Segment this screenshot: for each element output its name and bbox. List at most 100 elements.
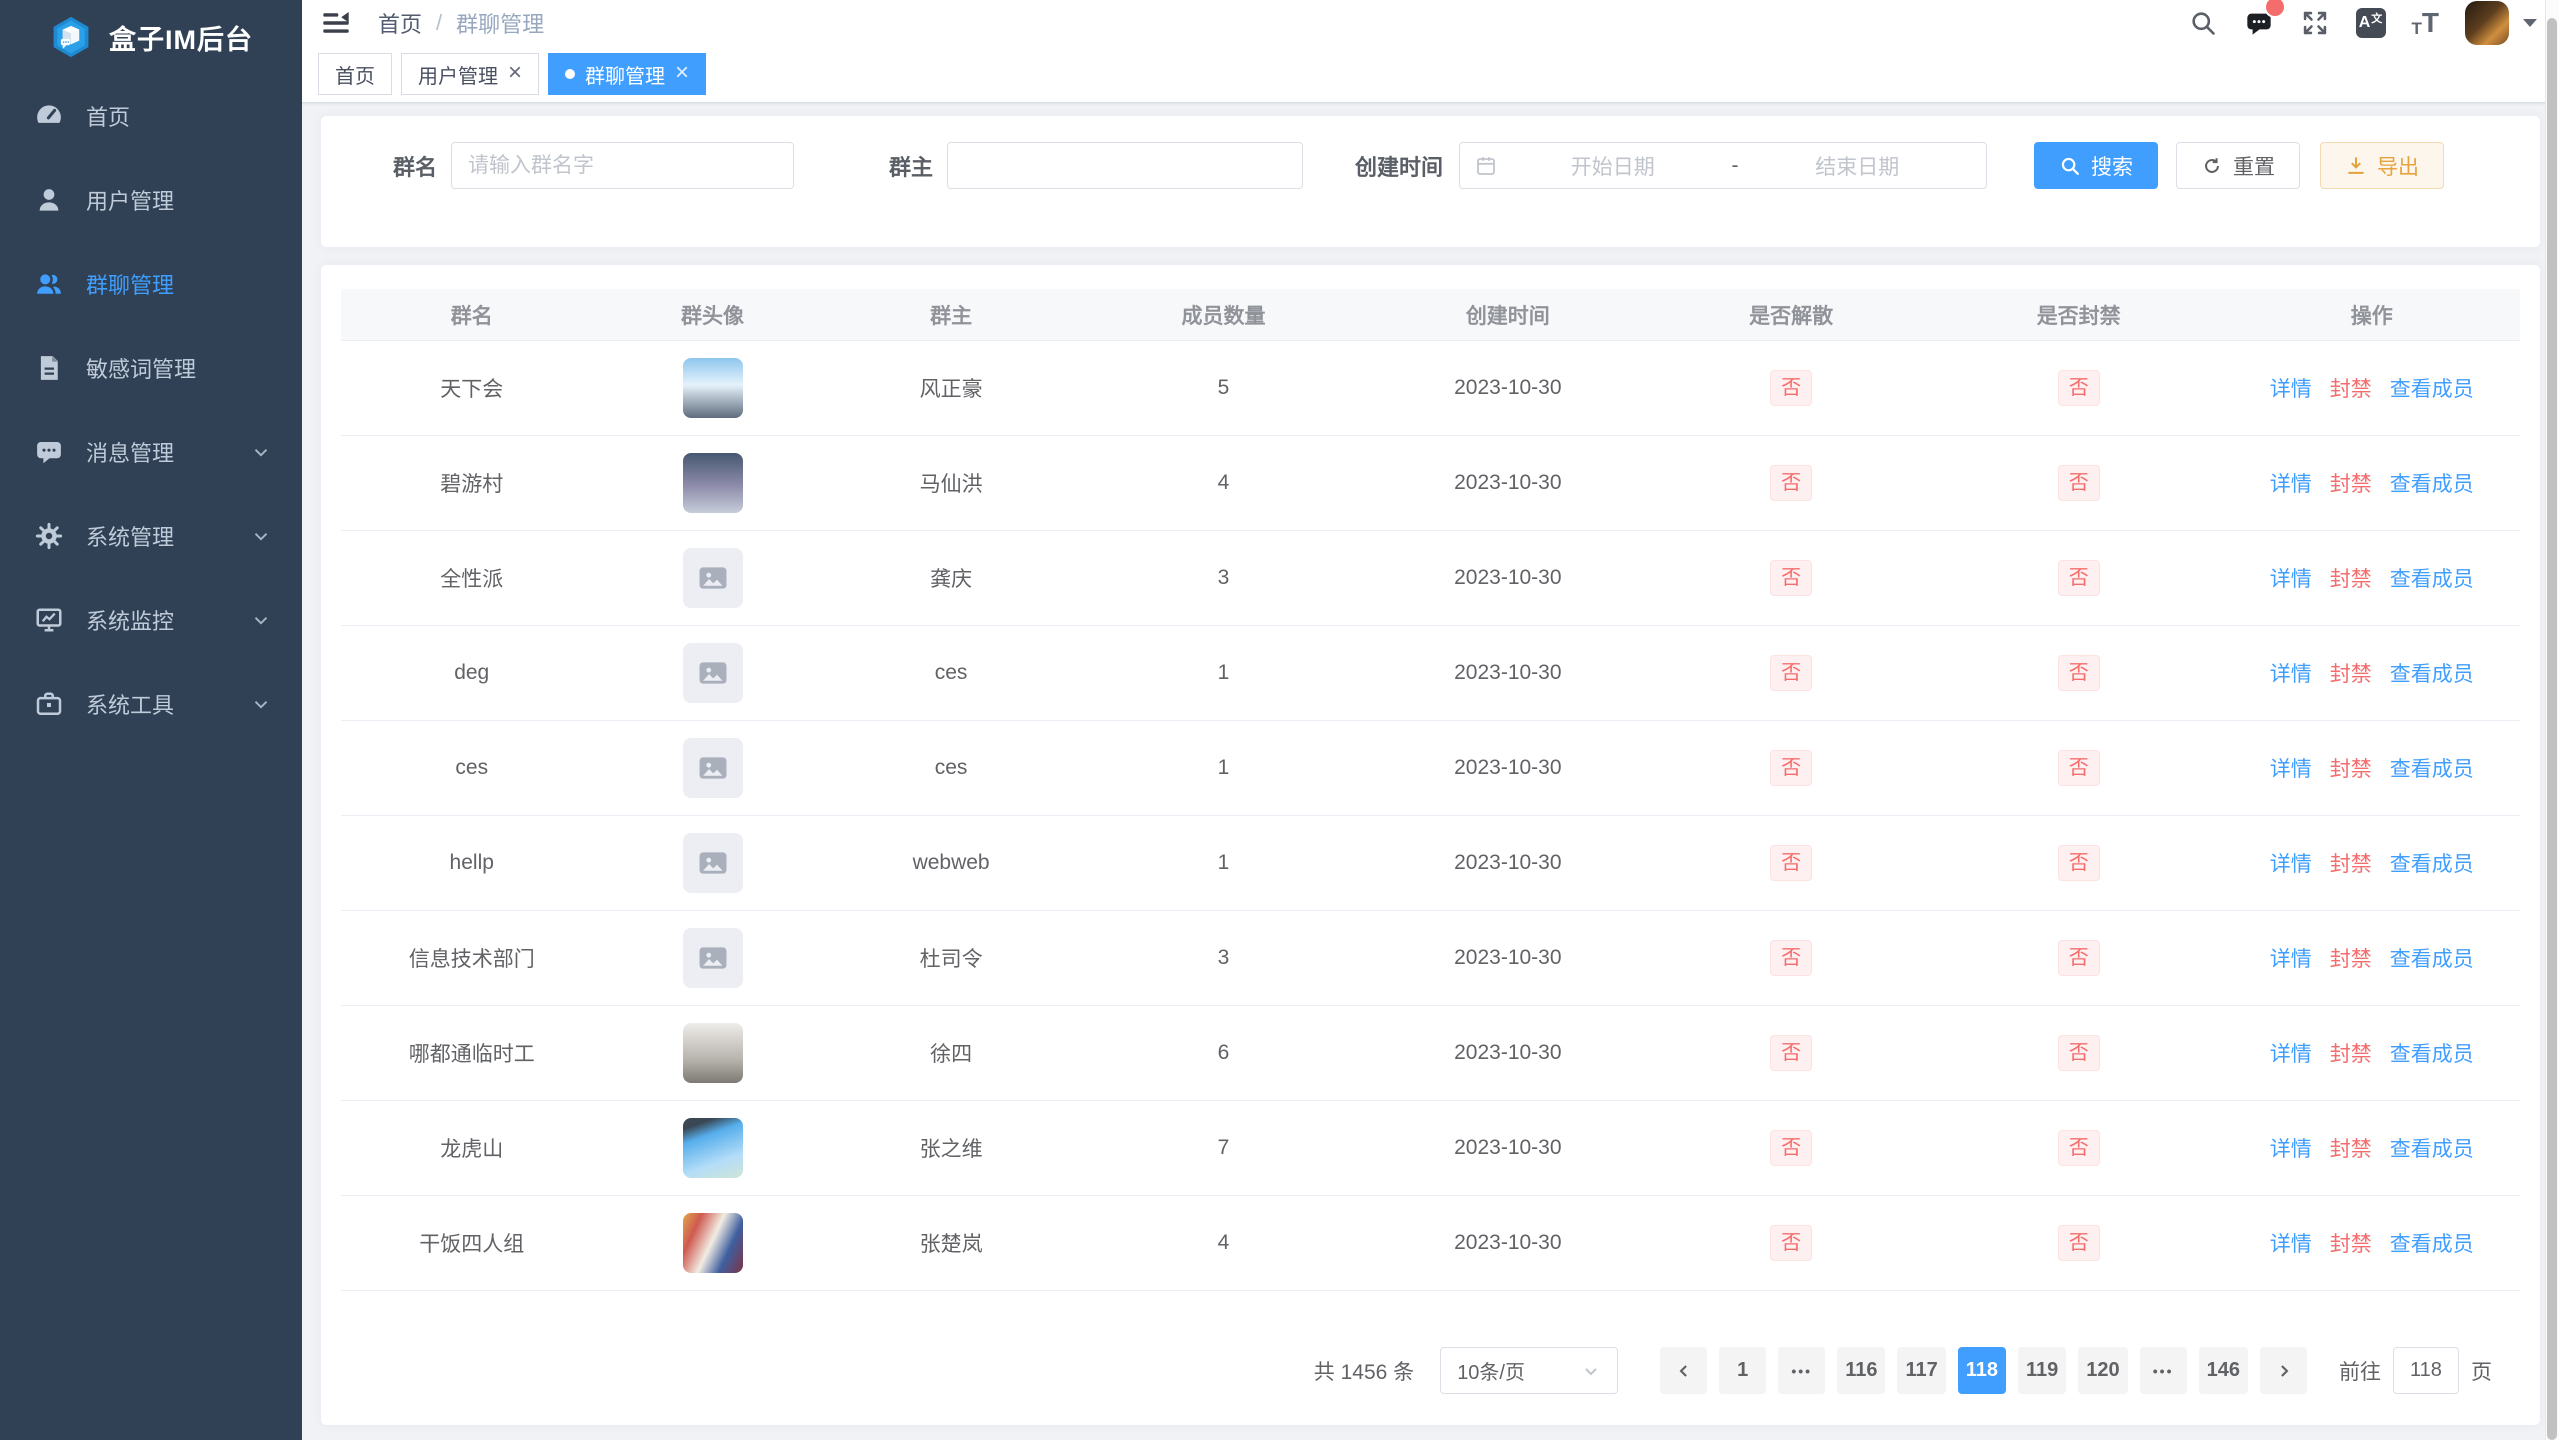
sidebar-item-sensitive-words[interactable]: 敏感词管理	[0, 326, 302, 410]
view-members-link[interactable]: 查看成员	[2390, 1038, 2474, 1068]
goto-page-input[interactable]	[2393, 1347, 2459, 1394]
detail-link[interactable]: 详情	[2270, 1228, 2312, 1258]
view-members-link[interactable]: 查看成员	[2390, 373, 2474, 403]
export-button[interactable]: 导出	[2320, 142, 2444, 189]
group-owner-cell: 马仙洪	[823, 468, 1080, 498]
created-time-cell: 2023-10-30	[1367, 1136, 1648, 1160]
sidebar-item-label: 系统监控	[86, 604, 174, 636]
tab-home[interactable]: 首页	[318, 53, 392, 95]
ban-link[interactable]: 封禁	[2330, 753, 2372, 783]
page-button-1[interactable]: 1	[1719, 1347, 1766, 1394]
view-members-link[interactable]: 查看成员	[2390, 468, 2474, 498]
next-page-button[interactable]	[2260, 1347, 2307, 1394]
font-size-icon[interactable]: TT	[2412, 9, 2440, 37]
view-members-link[interactable]: 查看成员	[2390, 848, 2474, 878]
page-button-146[interactable]: 146	[2199, 1347, 2248, 1394]
group-owner-cell: 风正豪	[823, 373, 1080, 403]
group-table-panel: 群名 群头像 群主 成员数量 创建时间 是否解散 是否封禁 操作 天下会	[320, 264, 2541, 1426]
translate-icon[interactable]: A文	[2356, 8, 2386, 38]
dissolved-tag: 否	[1770, 560, 1812, 596]
date-range-picker[interactable]: 开始日期 - 结束日期	[1459, 142, 1987, 189]
ban-link[interactable]: 封禁	[2330, 1133, 2372, 1163]
view-members-link[interactable]: 查看成员	[2390, 563, 2474, 593]
breadcrumb-home[interactable]: 首页	[378, 7, 422, 39]
start-date-placeholder[interactable]: 开始日期	[1498, 151, 1728, 181]
sidebar-item-system-monitor[interactable]: 系统监控	[0, 578, 302, 662]
page-button-116[interactable]: 116	[1837, 1347, 1885, 1394]
page-button-117[interactable]: 117	[1897, 1347, 1945, 1394]
group-avatar-cell	[602, 1118, 822, 1178]
group-avatar-cell	[602, 1213, 822, 1273]
pager-ellipsis[interactable]: •••	[2140, 1347, 2187, 1394]
created-time-label: 创建时间	[1355, 150, 1443, 182]
search-icon[interactable]	[2188, 8, 2218, 38]
ban-link[interactable]: 封禁	[2330, 943, 2372, 973]
tags-view-bar: 首页 用户管理 × 群聊管理 ×	[302, 46, 2559, 103]
detail-link[interactable]: 详情	[2270, 1038, 2312, 1068]
group-owner-cell: 张楚岚	[823, 1228, 1080, 1258]
close-icon[interactable]: ×	[508, 61, 522, 85]
group-name-cell: 干饭四人组	[341, 1228, 602, 1258]
sidebar-item-groups[interactable]: 群聊管理	[0, 242, 302, 326]
page-scrollbar	[2545, 0, 2559, 1440]
view-members-link[interactable]: 查看成员	[2390, 1133, 2474, 1163]
page-size-select[interactable]: 10条/页	[1440, 1347, 1618, 1394]
detail-link[interactable]: 详情	[2270, 658, 2312, 688]
column-header: 群头像	[602, 300, 822, 330]
user-avatar[interactable]	[2465, 1, 2509, 45]
close-icon[interactable]: ×	[675, 61, 689, 85]
sidebar-item-home[interactable]: 首页	[0, 74, 302, 158]
dissolved-cell: 否	[1648, 845, 1933, 881]
sidebar-item-label: 用户管理	[86, 184, 174, 216]
dissolved-tag: 否	[1770, 655, 1812, 691]
scrollbar-thumb[interactable]	[2547, 18, 2557, 1440]
group-name-input[interactable]	[451, 142, 794, 189]
chevron-down-icon	[250, 609, 272, 631]
dissolved-tag: 否	[1770, 750, 1812, 786]
end-date-placeholder[interactable]: 结束日期	[1743, 151, 1973, 181]
pager-ellipsis[interactable]: •••	[1778, 1347, 1825, 1394]
detail-link[interactable]: 详情	[2270, 848, 2312, 878]
table-body: 天下会	[341, 341, 2520, 1291]
tab-group-management[interactable]: 群聊管理 ×	[548, 53, 706, 95]
sidebar-toggle-icon[interactable]	[320, 7, 352, 39]
page-button-119[interactable]: 119	[2018, 1347, 2066, 1394]
group-owner-cell: 杜司令	[823, 943, 1080, 973]
view-members-link[interactable]: 查看成员	[2390, 1228, 2474, 1258]
detail-link[interactable]: 详情	[2270, 468, 2312, 498]
ban-link[interactable]: 封禁	[2330, 563, 2372, 593]
tab-user-management[interactable]: 用户管理 ×	[401, 53, 539, 95]
ban-link[interactable]: 封禁	[2330, 848, 2372, 878]
ban-link[interactable]: 封禁	[2330, 1038, 2372, 1068]
fullscreen-icon[interactable]	[2300, 8, 2330, 38]
group-owner-input[interactable]	[947, 142, 1303, 189]
sidebar-item-system-settings[interactable]: 系统管理	[0, 494, 302, 578]
sidebar-item-users[interactable]: 用户管理	[0, 158, 302, 242]
view-members-link[interactable]: 查看成员	[2390, 753, 2474, 783]
main-area: 首页 / 群聊管理	[302, 0, 2559, 1440]
detail-link[interactable]: 详情	[2270, 1133, 2312, 1163]
detail-link[interactable]: 详情	[2270, 563, 2312, 593]
reset-button[interactable]: 重置	[2176, 142, 2300, 189]
ban-link[interactable]: 封禁	[2330, 373, 2372, 403]
detail-link[interactable]: 详情	[2270, 753, 2312, 783]
calendar-icon	[1474, 154, 1498, 178]
view-members-link[interactable]: 查看成员	[2390, 658, 2474, 688]
page-button-120[interactable]: 120	[2078, 1347, 2127, 1394]
view-members-link[interactable]: 查看成员	[2390, 943, 2474, 973]
sidebar-item-messages[interactable]: 消息管理	[0, 410, 302, 494]
column-header: 创建时间	[1367, 300, 1648, 330]
sidebar-item-label: 敏感词管理	[86, 352, 196, 384]
page-button-118-active[interactable]: 118	[1958, 1347, 2006, 1394]
detail-link[interactable]: 详情	[2270, 943, 2312, 973]
ban-link[interactable]: 封禁	[2330, 1228, 2372, 1258]
prev-page-button[interactable]	[1660, 1347, 1707, 1394]
group-name-cell: 天下会	[341, 373, 602, 403]
detail-link[interactable]: 详情	[2270, 373, 2312, 403]
search-button[interactable]: 搜索	[2034, 142, 2158, 189]
user-menu[interactable]	[2465, 1, 2537, 45]
ban-link[interactable]: 封禁	[2330, 468, 2372, 498]
notifications-message-icon[interactable]	[2244, 8, 2274, 38]
ban-link[interactable]: 封禁	[2330, 658, 2372, 688]
sidebar-item-system-tools[interactable]: 系统工具	[0, 662, 302, 746]
